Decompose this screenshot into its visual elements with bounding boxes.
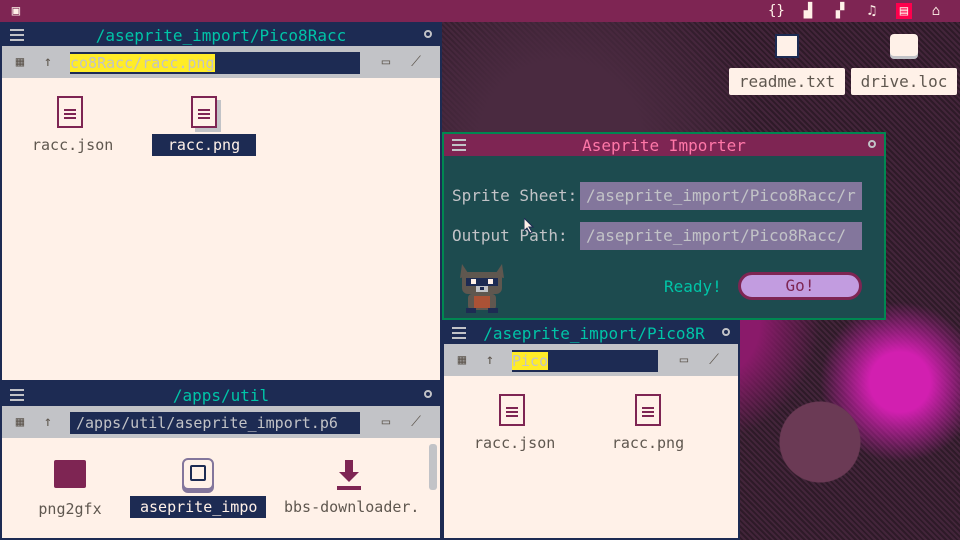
file-browser-window-pico8r: /aseprite_import/Pico8R ▦ ↑ Pico ▭ ⟋ rac… [442, 320, 740, 540]
parent-folder-icon[interactable]: ↑ [482, 352, 498, 368]
pencil-icon[interactable]: ⟋ [408, 414, 424, 430]
brackets-icon[interactable]: {} [768, 3, 785, 19]
close-icon[interactable] [868, 140, 876, 148]
file-label: racc.json [32, 136, 114, 154]
close-icon[interactable] [722, 328, 730, 336]
pencil-icon[interactable]: ⟋ [408, 54, 424, 70]
file-item[interactable]: bbs-downloader. [274, 458, 424, 518]
path-input[interactable]: /apps/util/aseprite_import.p6 [70, 412, 360, 434]
status-text: Ready! [664, 277, 722, 296]
window-title: /aseprite_import/Pico8Racc [95, 26, 347, 45]
save-icon[interactable]: ▭ [378, 54, 394, 70]
scrollbar-thumb[interactable] [429, 444, 437, 490]
desktop-icon-label: drive.loc [850, 68, 958, 95]
toolbar: ▦ ↑ Pico ▭ ⟋ [444, 344, 738, 376]
file-item-selected[interactable]: aseprite_impo [130, 458, 266, 518]
window-titlebar[interactable]: /aseprite_import/Pico8R [444, 322, 738, 344]
folder-icon [54, 460, 86, 488]
file-label: racc.png [152, 134, 256, 156]
parent-folder-icon[interactable]: ↑ [40, 54, 56, 70]
file-browser-window-util: /apps/util ▦ ↑ /apps/util/aseprite_impor… [0, 382, 442, 540]
sprite-icon[interactable]: ▟ [800, 3, 816, 19]
top-bar: ▣ {} ▟ ▞ ♫ ▤ ⌂ [0, 0, 960, 22]
file-item[interactable]: racc.png [600, 394, 696, 454]
sprite-sheet-input[interactable]: /aseprite_import/Pico8Racc/r [580, 182, 862, 210]
scrollbar[interactable] [428, 438, 438, 538]
window-title: /aseprite_import/Pico8R [483, 324, 705, 343]
window-title: /apps/util [172, 386, 270, 405]
path-selection: co8Racc/racc.png [70, 54, 215, 72]
output-path-input[interactable]: /aseprite_import/Pico8Racc/ [580, 222, 862, 250]
file-label: racc.json [474, 434, 556, 452]
sprite-sheet-label: Sprite Sheet: [452, 186, 578, 205]
aseprite-importer-window: Aseprite Importer Sprite Sheet: /aseprit… [442, 132, 886, 320]
window-titlebar[interactable]: /aseprite_import/Pico8Racc [2, 24, 440, 46]
save-icon[interactable]: ▭ [676, 352, 692, 368]
path-input[interactable]: co8Racc/racc.png [70, 52, 360, 74]
grid-view-icon[interactable]: ▦ [12, 414, 28, 430]
document-icon [57, 96, 83, 128]
drive-icon [890, 34, 918, 56]
go-button[interactable]: Go! [738, 272, 862, 300]
save-icon[interactable]: ▭ [378, 414, 394, 430]
file-label: racc.png [611, 434, 685, 452]
toolbar: ▦ ↑ /apps/util/aseprite_import.p6 ▭ ⟋ [2, 406, 440, 438]
path-selection: Pico [512, 352, 549, 370]
file-label: png2gfx [38, 500, 102, 518]
desktop-icon-drive[interactable]: drive.loc [850, 34, 958, 95]
toolbar: ▦ ↑ co8Racc/racc.png ▭ ⟋ [2, 46, 440, 78]
file-label: bbs-downloader. [284, 498, 420, 516]
text-file-icon [775, 34, 799, 58]
document-icon [191, 96, 217, 128]
picotron-logo-icon[interactable]: ▣ [8, 3, 24, 19]
desktop-icon-readme[interactable]: readme.txt [726, 34, 848, 95]
pencil-icon[interactable]: ⟋ [706, 352, 722, 368]
file-item[interactable]: png2gfx [22, 458, 118, 520]
output-path-label: Output Path: [452, 226, 568, 245]
window-title: Aseprite Importer [582, 136, 746, 155]
mouse-cursor-icon [524, 218, 535, 234]
file-item[interactable]: racc.json [22, 96, 118, 156]
document-icon [635, 394, 661, 426]
window-titlebar[interactable]: /apps/util [2, 384, 440, 406]
document-icon [499, 394, 525, 426]
close-icon[interactable] [424, 30, 432, 38]
file-label: aseprite_impo [130, 496, 266, 518]
app-icon [182, 458, 214, 490]
sfx-icon[interactable]: ▤ [896, 3, 912, 19]
file-browser-window-racc: /aseprite_import/Pico8Racc ▦ ↑ co8Racc/r… [0, 22, 442, 382]
map-icon[interactable]: ▞ [832, 3, 848, 19]
desktop-icon-label: readme.txt [728, 68, 846, 95]
parent-folder-icon[interactable]: ↑ [40, 414, 56, 430]
download-icon [333, 458, 365, 490]
raccoon-mascot-icon [460, 264, 504, 313]
robot-icon[interactable]: ⌂ [928, 3, 944, 19]
file-item[interactable]: racc.json [464, 394, 560, 454]
grid-view-icon[interactable]: ▦ [454, 352, 470, 368]
path-input[interactable]: Pico [512, 350, 658, 372]
window-titlebar[interactable]: Aseprite Importer [444, 134, 884, 156]
music-note-icon[interactable]: ♫ [864, 3, 880, 19]
grid-view-icon[interactable]: ▦ [12, 54, 28, 70]
file-item-selected[interactable]: racc.png [152, 96, 256, 156]
close-icon[interactable] [424, 390, 432, 398]
